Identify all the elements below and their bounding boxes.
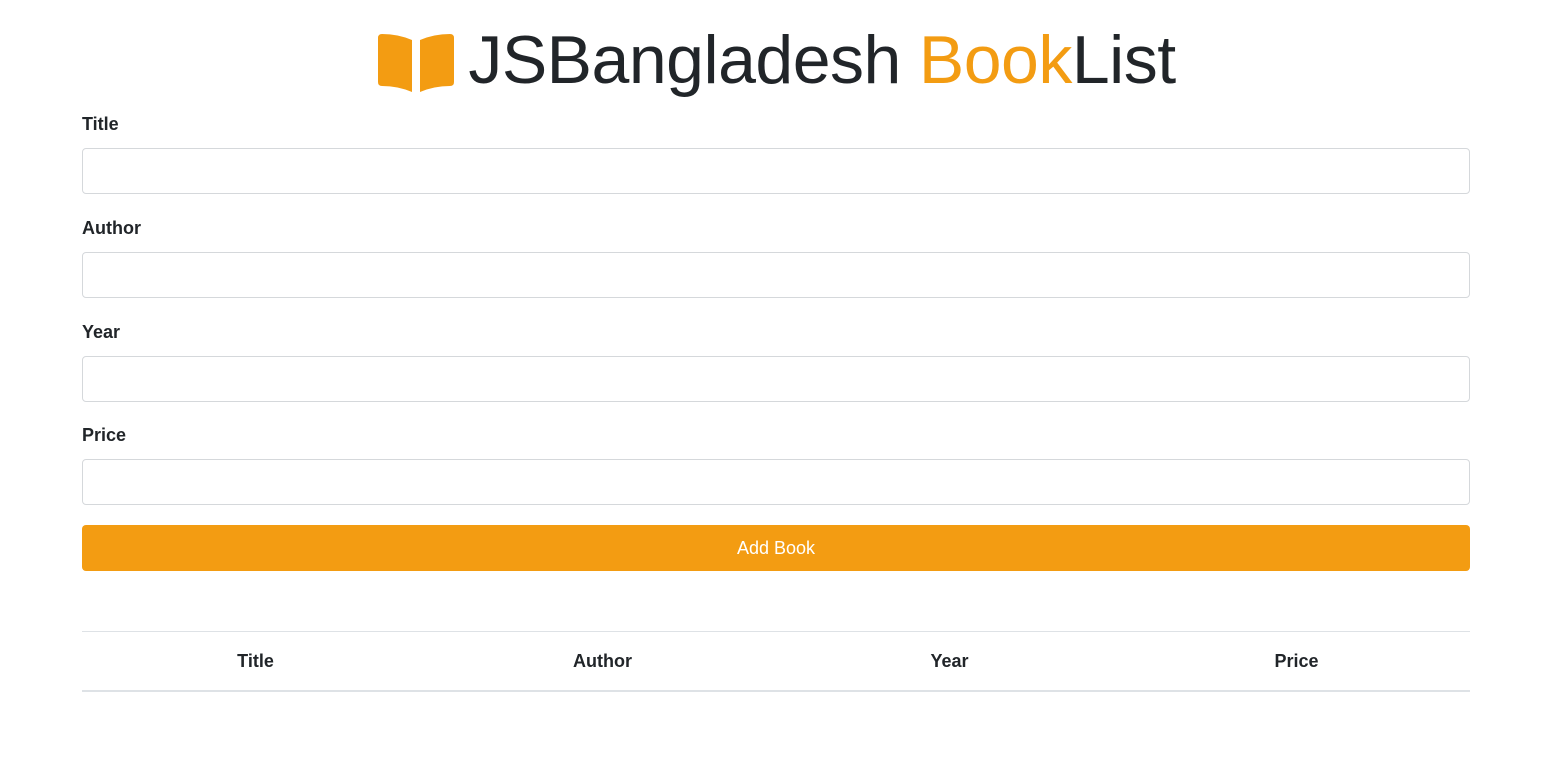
brand-suffix: List	[1071, 22, 1176, 98]
column-header-title: Title	[237, 650, 274, 671]
year-label: Year	[82, 322, 121, 342]
book-table: Title Author Year Price	[82, 631, 1470, 692]
column-header-author: Author	[573, 650, 632, 671]
table-header-row: Title Author Year Price	[82, 631, 1470, 691]
brand-highlight: Book	[918, 22, 1073, 98]
price-label: Price	[82, 425, 127, 445]
column-header-price: Price	[1274, 650, 1319, 671]
price-input[interactable]	[82, 459, 1470, 505]
year-input[interactable]	[82, 356, 1470, 402]
author-input[interactable]	[82, 252, 1470, 298]
column-header-year: Year	[930, 650, 969, 671]
add-book-button[interactable]: Add Book	[82, 525, 1470, 571]
title-label: Title	[82, 114, 119, 134]
page-header: JSBangladesh BookList	[82, 22, 1470, 98]
page-title: JSBangladesh BookList	[468, 22, 1176, 98]
title-input[interactable]	[82, 148, 1470, 194]
book-open-icon	[378, 34, 455, 92]
author-label: Author	[82, 218, 141, 238]
brand-name: JSBangladesh	[468, 22, 901, 98]
